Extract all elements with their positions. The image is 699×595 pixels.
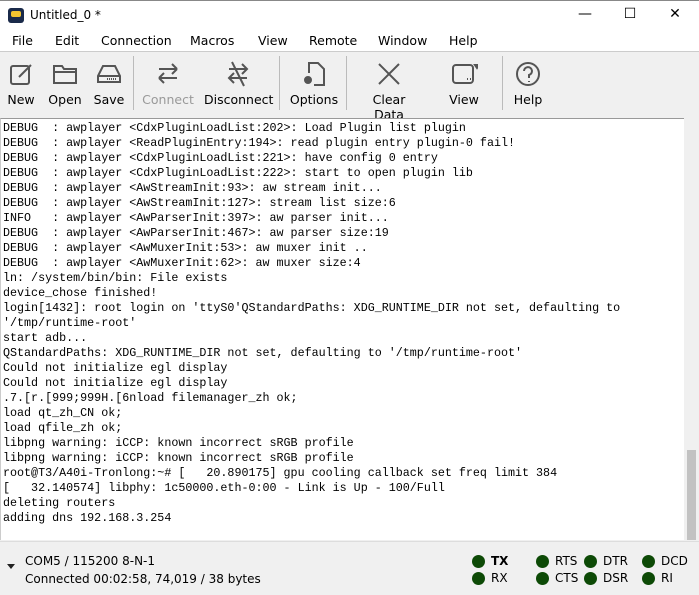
- folder-icon: [53, 65, 77, 84]
- menu-help[interactable]: Help: [449, 33, 478, 48]
- signal-label-cts: CTS: [555, 571, 579, 585]
- terminal-line: [ 32.140574] libphy: 1c50000.eth-0:00 - …: [3, 481, 445, 495]
- terminal-line: Could not initialize egl display: [3, 361, 228, 375]
- minimize-button[interactable]: —: [570, 6, 600, 22]
- toolbar-separator: [502, 56, 503, 110]
- terminal-line: DEBUG : awplayer <AwStreamInit:93>: aw s…: [3, 181, 382, 195]
- toolbar: New Open Save Connect Disconnect Options…: [0, 52, 699, 122]
- terminal-line: libpng warning: iCCP: known incorrect sR…: [3, 436, 354, 450]
- connection-status: Connected 00:02:58, 74,019 / 38 bytes: [25, 572, 261, 586]
- terminal-line: start adb...: [3, 331, 88, 345]
- terminal-line: INFO : awplayer <AwParserInit:397>: aw p…: [3, 211, 389, 225]
- led-dtr: [584, 555, 597, 568]
- terminal-line: load qt_zh_CN ok;: [3, 406, 123, 420]
- terminal-line: DEBUG : awplayer <AwMuxerInit:53>: aw mu…: [3, 241, 368, 255]
- led-ri: [642, 572, 655, 585]
- save-button[interactable]: Save: [92, 54, 126, 112]
- menu-view[interactable]: View: [258, 33, 288, 48]
- signal-label-dcd: DCD: [661, 554, 688, 568]
- status-bar: COM5 / 115200 8-N-1 Connected 00:02:58, …: [0, 541, 699, 595]
- window-title: Untitled_0 *: [30, 8, 101, 22]
- help-question-icon: [516, 62, 540, 86]
- connect-button[interactable]: Connect: [142, 54, 194, 112]
- signal-label-dtr: DTR: [603, 554, 628, 568]
- clear-data-button[interactable]: Clear Data: [357, 54, 421, 122]
- vertical-scrollbar[interactable]: [684, 118, 699, 540]
- scrollbar-thumb[interactable]: [687, 450, 696, 540]
- terminal-line: device_chose finished!: [3, 286, 158, 300]
- toolbar-separator: [133, 56, 134, 110]
- terminal-line: DEBUG : awplayer <ReadPluginEntry:194>: …: [3, 136, 515, 150]
- view-window-icon: [452, 64, 478, 84]
- signal-label-dsr: DSR: [603, 571, 629, 585]
- close-button[interactable]: ✕: [660, 6, 690, 22]
- toolbar-separator: [346, 56, 347, 110]
- led-dcd: [642, 555, 655, 568]
- terminal-line: DEBUG : awplayer <AwStreamInit:127>: str…: [3, 196, 396, 210]
- led-rx: [472, 572, 485, 585]
- led-tx: [472, 555, 485, 568]
- led-dsr: [584, 572, 597, 585]
- menu-edit[interactable]: Edit: [55, 33, 79, 48]
- terminal-line: DEBUG : awplayer <AwMuxerInit:62>: aw mu…: [3, 256, 361, 270]
- expand-caret-icon[interactable]: [7, 564, 15, 569]
- terminal-line: load qfile_zh ok;: [3, 421, 123, 435]
- terminal-line: login[1432]: root login on 'ttyS0'QStand…: [3, 301, 621, 315]
- signal-label-rts: RTS: [555, 554, 578, 568]
- led-cts: [536, 572, 549, 585]
- menu-remote[interactable]: Remote: [309, 33, 357, 48]
- terminal-line: root@T3/A40i-Tronlong:~# [ 20.890175] gp…: [3, 466, 558, 480]
- menu-window[interactable]: Window: [378, 33, 427, 48]
- terminal-line: Could not initialize egl display: [3, 376, 228, 390]
- terminal-output[interactable]: DEBUG : awplayer <CdxPluginLoadList:202>…: [0, 118, 684, 540]
- terminal-line: adding dns 192.168.3.254: [3, 511, 172, 525]
- terminal-line: libpng warning: iCCP: known incorrect sR…: [3, 451, 354, 465]
- terminal-line: DEBUG : awplayer <AwParserInit:467>: aw …: [3, 226, 389, 240]
- title-bar: Untitled_0 * — ☐ ✕: [0, 0, 699, 30]
- terminal-line: ln: /system/bin/bin: File exists: [3, 271, 228, 285]
- terminal-line: deleting routers: [3, 496, 116, 510]
- menu-bar: File Edit Connection Macros View Remote …: [0, 30, 699, 52]
- save-drive-icon: [97, 65, 121, 83]
- terminal-line: QStandardPaths: XDG_RUNTIME_DIR not set,…: [3, 346, 523, 360]
- terminal-line: DEBUG : awplayer <CdxPluginLoadList:221>…: [3, 151, 438, 165]
- port-settings: COM5 / 115200 8-N-1: [25, 554, 156, 568]
- options-button[interactable]: Options: [289, 54, 339, 112]
- maximize-button[interactable]: ☐: [615, 6, 645, 22]
- help-button[interactable]: Help: [512, 54, 544, 112]
- view-button[interactable]: View: [440, 54, 488, 112]
- terminal-line: .7.[r.[999;999H.[6nload filemanager_zh o…: [3, 391, 298, 405]
- app-icon: [8, 8, 24, 23]
- connect-arrows-icon: [158, 63, 178, 84]
- signal-label-ri: RI: [661, 571, 673, 585]
- led-rts: [536, 555, 549, 568]
- options-settings-icon: [304, 62, 325, 86]
- open-button[interactable]: Open: [47, 54, 83, 112]
- toolbar-separator: [279, 56, 280, 110]
- terminal-line: DEBUG : awplayer <CdxPluginLoadList:222>…: [3, 166, 473, 180]
- clear-x-icon: [378, 63, 400, 85]
- signal-label-rx: RX: [491, 571, 508, 585]
- signal-label-tx: TX: [491, 554, 509, 568]
- new-button[interactable]: New: [4, 54, 38, 112]
- terminal-line: DEBUG : awplayer <CdxPluginLoadList:202>…: [3, 121, 466, 135]
- menu-connection[interactable]: Connection: [101, 33, 172, 48]
- menu-file[interactable]: File: [12, 33, 33, 48]
- disconnect-icon: [227, 61, 249, 87]
- menu-macros[interactable]: Macros: [190, 33, 234, 48]
- disconnect-button[interactable]: Disconnect: [204, 54, 273, 112]
- terminal-line: '/tmp/runtime-root': [3, 316, 137, 330]
- new-icon: [10, 64, 32, 85]
